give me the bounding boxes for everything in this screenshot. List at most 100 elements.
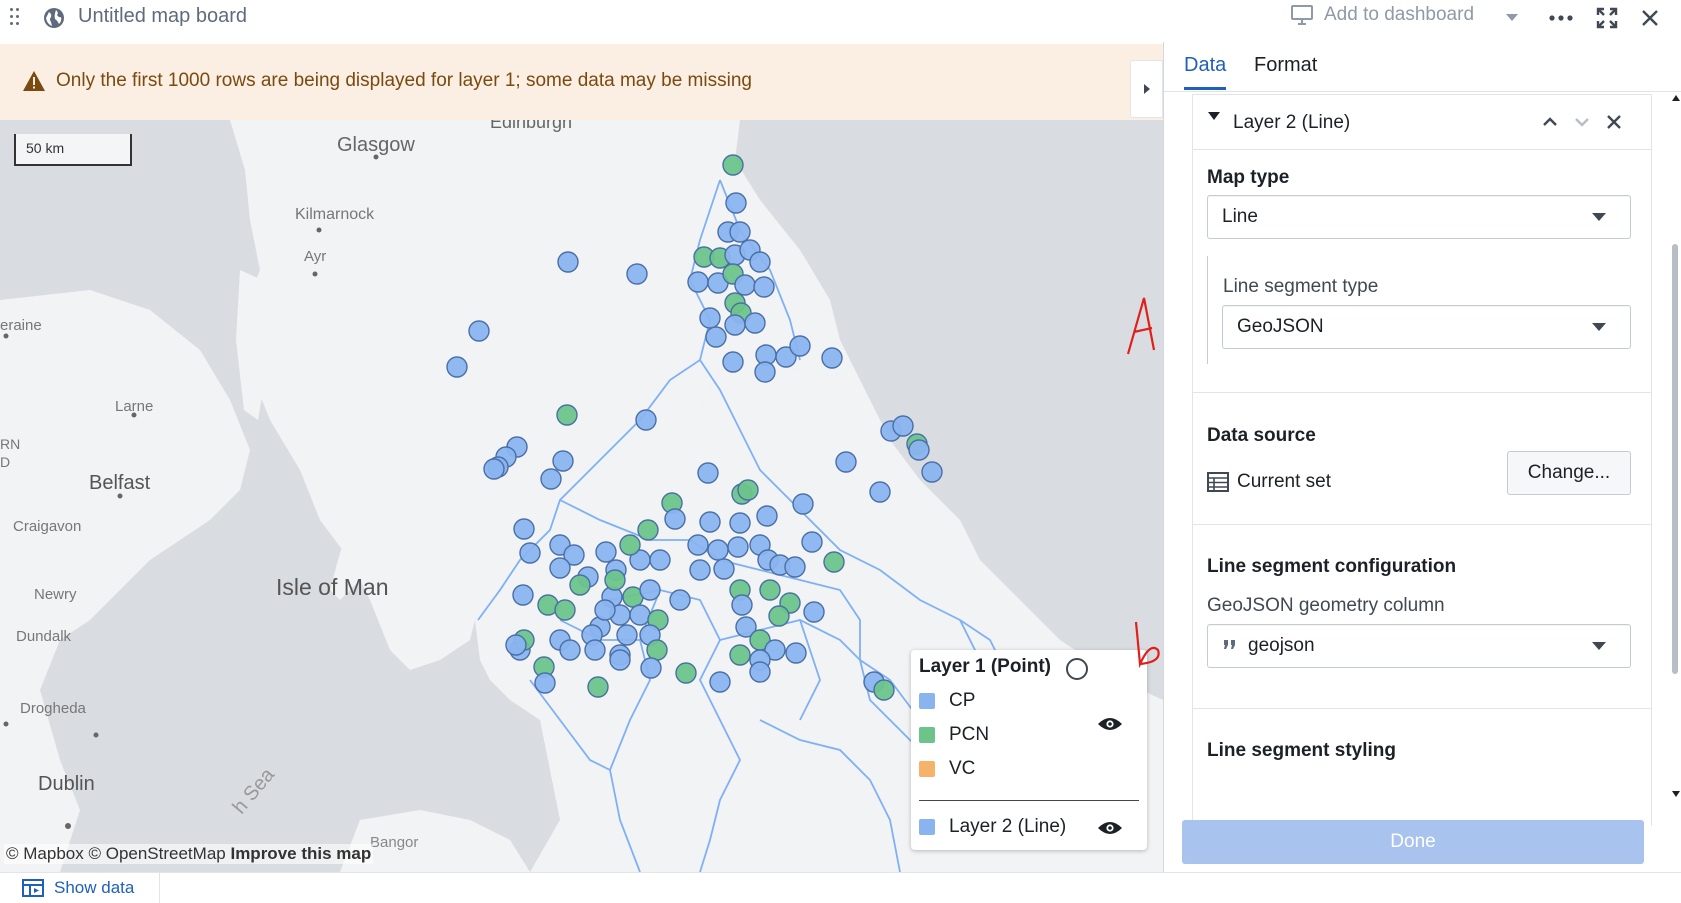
map-point-marker[interactable] xyxy=(823,551,845,573)
map-point-marker[interactable] xyxy=(727,536,749,558)
move-up-icon[interactable] xyxy=(1539,111,1561,133)
map-point-marker[interactable] xyxy=(669,589,691,611)
map-point-marker[interactable] xyxy=(803,601,825,623)
improve-map-link[interactable]: Improve this map xyxy=(230,844,371,863)
drag-handle-icon[interactable] xyxy=(10,8,22,30)
show-data-button[interactable]: Show data xyxy=(0,873,160,903)
map-point-marker[interactable] xyxy=(892,415,914,437)
map-point-marker[interactable] xyxy=(744,312,766,334)
map-point-marker[interactable] xyxy=(635,409,657,431)
map-point-marker[interactable] xyxy=(626,263,648,285)
tab-format[interactable]: Format xyxy=(1254,54,1317,87)
map-point-marker[interactable] xyxy=(505,634,527,656)
map-point-marker[interactable] xyxy=(835,451,857,473)
map-point-marker[interactable] xyxy=(595,541,617,563)
map-point-marker[interactable] xyxy=(759,579,781,601)
map-point-marker[interactable] xyxy=(609,649,631,671)
map-point-marker[interactable] xyxy=(873,679,895,701)
map-point-marker[interactable] xyxy=(789,335,811,357)
map-point-marker[interactable] xyxy=(821,347,843,369)
map-point-marker[interactable] xyxy=(639,579,661,601)
map-point-marker[interactable] xyxy=(637,519,659,541)
map-point-marker[interactable] xyxy=(713,558,735,580)
map-point-marker[interactable] xyxy=(724,314,746,336)
map-point-marker[interactable] xyxy=(604,569,626,591)
map-point-marker[interactable] xyxy=(749,251,771,273)
map-point-marker[interactable] xyxy=(549,557,571,579)
map-point-marker[interactable] xyxy=(784,556,806,578)
map-point-marker[interactable] xyxy=(629,604,651,626)
map-point-marker[interactable] xyxy=(468,320,490,342)
panel-scrollbar[interactable] xyxy=(1669,94,1681,810)
scroll-down-icon[interactable] xyxy=(1671,790,1681,798)
map-point-marker[interactable] xyxy=(446,356,468,378)
dashboard-dropdown-caret-icon[interactable] xyxy=(1502,6,1522,30)
more-options-icon[interactable] xyxy=(1546,6,1576,30)
map-point-marker[interactable] xyxy=(725,192,747,214)
map-point-marker[interactable] xyxy=(619,534,641,556)
map-point-marker[interactable] xyxy=(753,276,775,298)
osm-attribution-link[interactable]: © OpenStreetMap xyxy=(88,844,225,863)
map-point-marker[interactable] xyxy=(569,574,591,596)
geometry-column-select[interactable]: geojson xyxy=(1207,624,1631,668)
map-point-marker[interactable] xyxy=(756,505,778,527)
map-canvas[interactable]: Edinburgh Glasgow Kilmarnock Ayr eraine … xyxy=(0,120,1163,872)
close-icon[interactable] xyxy=(1638,6,1662,30)
map-point-marker[interactable] xyxy=(869,481,891,503)
map-point-marker[interactable] xyxy=(513,518,535,540)
tab-data[interactable]: Data xyxy=(1184,54,1227,90)
map-point-marker[interactable] xyxy=(557,251,579,273)
map-point-marker[interactable] xyxy=(664,508,686,530)
layer2-visibility-eye-icon[interactable] xyxy=(1097,820,1123,836)
map-point-marker[interactable] xyxy=(731,594,753,616)
add-to-dashboard-button[interactable]: Add to dashboard xyxy=(1290,4,1474,26)
map-point-marker[interactable] xyxy=(483,458,505,480)
map-point-marker[interactable] xyxy=(512,584,534,606)
map-point-marker[interactable] xyxy=(675,662,697,684)
map-point-marker[interactable] xyxy=(729,512,751,534)
map-point-marker[interactable] xyxy=(801,531,823,553)
map-point-marker[interactable] xyxy=(709,671,731,693)
legend-layer1-toggle-circle-icon[interactable] xyxy=(1066,658,1088,680)
done-button[interactable]: Done xyxy=(1182,820,1644,864)
map-point-marker[interactable] xyxy=(540,468,562,490)
map-point-marker[interactable] xyxy=(554,599,576,621)
map-point-marker[interactable] xyxy=(640,657,662,679)
mapbox-attribution-link[interactable]: © Mapbox xyxy=(6,844,84,863)
map-point-marker[interactable] xyxy=(587,676,609,698)
map-board-title[interactable]: Untitled map board xyxy=(78,5,247,28)
remove-layer-icon[interactable] xyxy=(1603,111,1625,133)
map-point-marker[interactable] xyxy=(584,639,606,661)
layer1-visibility-eye-icon[interactable] xyxy=(1097,716,1123,732)
scroll-thumb[interactable] xyxy=(1672,244,1678,674)
scroll-up-icon[interactable] xyxy=(1671,94,1681,102)
map-point-marker[interactable] xyxy=(689,559,711,581)
map-point-marker[interactable] xyxy=(921,461,943,483)
map-point-marker[interactable] xyxy=(699,307,721,329)
map-point-marker[interactable] xyxy=(534,672,556,694)
map-point-marker[interactable] xyxy=(908,439,930,461)
move-down-icon[interactable] xyxy=(1571,111,1593,133)
fullscreen-icon[interactable] xyxy=(1594,6,1620,30)
map-point-marker[interactable] xyxy=(707,539,729,561)
map-point-marker[interactable] xyxy=(697,462,719,484)
map-point-marker[interactable] xyxy=(649,549,671,571)
map-point-marker[interactable] xyxy=(768,605,790,627)
segment-type-select[interactable]: GeoJSON xyxy=(1222,305,1631,349)
change-data-source-button[interactable]: Change... xyxy=(1507,451,1631,495)
map-point-marker[interactable] xyxy=(705,326,727,348)
map-point-marker[interactable] xyxy=(687,534,709,556)
map-point-marker[interactable] xyxy=(722,351,744,373)
map-point-marker[interactable] xyxy=(699,511,721,533)
map-type-select[interactable]: Line xyxy=(1207,195,1631,239)
map-point-marker[interactable] xyxy=(729,221,751,243)
map-point-marker[interactable] xyxy=(734,274,756,296)
map-point-marker[interactable] xyxy=(754,361,776,383)
map-point-marker[interactable] xyxy=(616,624,638,646)
map-point-marker[interactable] xyxy=(737,479,759,501)
map-point-marker[interactable] xyxy=(792,493,814,515)
map-point-marker[interactable] xyxy=(785,642,807,664)
map-point-marker[interactable] xyxy=(722,154,744,176)
map-point-marker[interactable] xyxy=(559,639,581,661)
map-point-marker[interactable] xyxy=(552,450,574,472)
